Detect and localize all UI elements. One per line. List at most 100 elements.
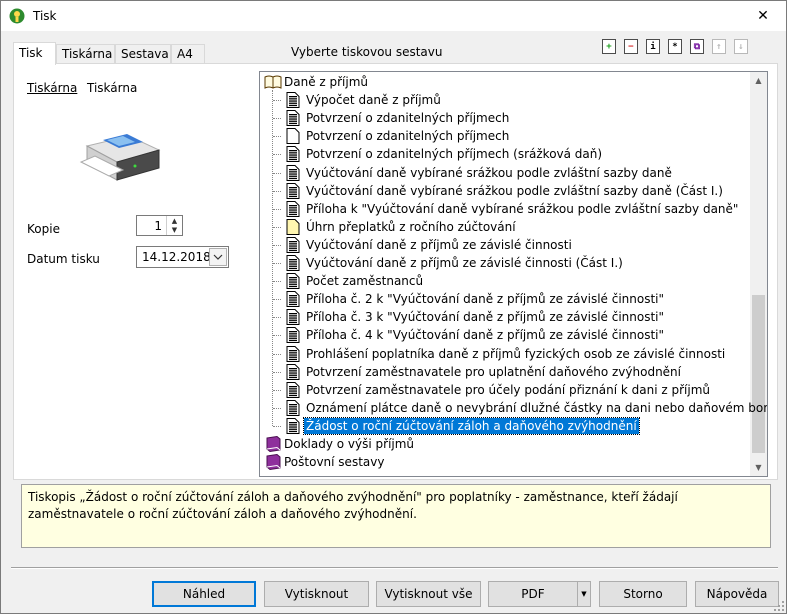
tree-item-label: Potvrzení zaměstnavatele pro účely podán…	[306, 382, 711, 397]
tree-item-label: Příloha k "Vyúčtování daně vybírané sráž…	[306, 201, 739, 216]
closed-book-icon	[264, 435, 282, 455]
tree-group-label: Poštovní sestavy	[284, 455, 385, 470]
printer-link[interactable]: Tiskárna	[27, 81, 77, 95]
document-icon	[286, 291, 300, 310]
tree-connector	[273, 299, 281, 301]
document-icon	[286, 182, 300, 202]
print-all-button-label: Vytisknout vše	[384, 587, 473, 601]
remove-icon[interactable]: −	[624, 39, 638, 54]
window-title: Tisk	[33, 9, 57, 23]
tree-item-label: Potvrzení o zdanitelných příjmech (srážk…	[306, 147, 603, 162]
app-icon	[9, 8, 25, 24]
tree-connector	[273, 335, 281, 337]
help-button[interactable]: Nápověda	[695, 581, 779, 607]
closed-book-icon	[264, 454, 282, 473]
cancel-button-label: Storno	[623, 587, 663, 601]
document-icon	[286, 110, 300, 129]
tree-connector	[272, 90, 273, 426]
move-down-icon[interactable]: ↓	[734, 39, 748, 54]
print-all-button[interactable]: Vytisknout vše	[376, 581, 481, 607]
tree-connector	[273, 425, 281, 427]
decrement-icon[interactable]: ▼	[167, 225, 182, 234]
print-button[interactable]: Vytisknout	[264, 581, 369, 607]
tree-item-label: Příloha č. 4 k "Vyúčtování daně z příjmů…	[306, 328, 665, 343]
tree-connector	[273, 208, 281, 210]
preview-button[interactable]: Náhled	[152, 581, 256, 607]
tree-item-label: Vyúčtování daně vybírané srážkou podle z…	[306, 165, 672, 180]
stepper-arrows[interactable]: ▲ ▼	[166, 216, 182, 235]
tab-printer[interactable]: Tiskárna	[56, 44, 115, 64]
tree-connector	[273, 136, 281, 138]
tree-connector	[273, 118, 281, 120]
document-icon	[286, 146, 300, 165]
printer-name: Tiskárna	[87, 81, 138, 95]
document-icon	[286, 164, 300, 184]
tree-connector	[273, 317, 281, 319]
pdf-button-label: PDF	[521, 587, 545, 601]
tab-report[interactable]: Sestava	[115, 44, 171, 64]
resize-grip-icon[interactable]	[774, 601, 784, 611]
cancel-button[interactable]: Storno	[599, 581, 687, 607]
preview-button-label: Náhled	[182, 587, 226, 601]
pdf-menu-arrow-icon[interactable]: ▼	[577, 581, 591, 607]
chevron-down-icon	[213, 254, 223, 260]
button-separator	[11, 567, 778, 569]
print-date-field[interactable]: 14.12.2018	[136, 246, 229, 268]
tree-group-label: Daně z příjmů	[284, 75, 369, 89]
document-icon	[286, 218, 300, 238]
info-icon[interactable]: i	[646, 39, 660, 54]
printer-icon	[79, 118, 161, 191]
asterisk-icon[interactable]: *	[668, 39, 682, 54]
copies-stepper[interactable]: 1 ▲ ▼	[136, 215, 183, 236]
tree-item-label: Prohlášení poplatníka daně z příjmů fyzi…	[306, 346, 726, 361]
report-tree[interactable]: ▲ ▼ Daně z příjmů Výpočet daně z příjmů Po…	[259, 71, 768, 477]
tree-connector	[273, 263, 281, 264]
document-icon	[286, 417, 300, 437]
document-icon	[286, 381, 300, 401]
tree-connector	[273, 226, 281, 228]
add-icon[interactable]: +	[602, 39, 616, 54]
tree-connector	[273, 371, 281, 373]
copies-label: Kopie	[27, 222, 60, 236]
tree-item-label: Vyúčtování daně z příjmů ze závislé činn…	[306, 237, 572, 252]
increment-icon[interactable]: ▲	[167, 216, 182, 225]
tree-scrollbar[interactable]: ▲ ▼	[750, 72, 767, 476]
document-icon	[286, 255, 300, 274]
tree-connector	[273, 281, 281, 283]
tab-print[interactable]: Tisk	[13, 42, 56, 65]
tab-a4[interactable]: A4	[171, 44, 205, 64]
close-button[interactable]: ✕	[740, 1, 786, 31]
document-icon	[286, 92, 300, 111]
report-heading: Vyberte tiskovou sestavu	[291, 45, 443, 59]
tree-connector	[273, 190, 281, 192]
document-icon	[286, 309, 300, 328]
copies-value: 1	[154, 219, 162, 233]
print-date-value: 14.12.2018	[142, 250, 211, 264]
tree-connector	[273, 244, 281, 246]
tree-connector	[273, 407, 281, 409]
tree-item-label: Výpočet daně z příjmů	[306, 93, 441, 108]
document-icon	[286, 236, 300, 256]
tree-item-label: Potvrzení o zdanitelných příjmech	[306, 111, 510, 126]
print-date-label: Datum tisku	[27, 252, 100, 266]
print-dialog: Tisk ✕ Tisk Tiskárna Sestava A4 Vyberte …	[0, 0, 787, 614]
tree-connector	[273, 389, 281, 391]
scrollbar-thumb[interactable]	[752, 295, 765, 453]
tree-group-label: Doklady o výši příjmů	[284, 437, 415, 451]
scroll-down-icon[interactable]: ▼	[750, 459, 767, 476]
tree-item-label: Žádost o roční zúčtování záloh a daňovéh…	[303, 416, 640, 435]
pdf-button[interactable]: PDF	[488, 581, 578, 607]
report-description: Tiskopis „Žádost o roční zúčtování záloh…	[21, 484, 771, 548]
document-icon	[286, 128, 300, 147]
tree-connector	[273, 353, 281, 355]
document-icon	[286, 345, 300, 365]
tree-item-label: Úhrn přeplatků z ročního zúčtování	[306, 219, 516, 234]
copy-icon[interactable]: ⧉	[690, 39, 704, 54]
document-icon	[286, 399, 300, 419]
tree-item-label: Příloha č. 2 k "Vyúčtování daně z příjmů…	[306, 292, 665, 307]
date-dropdown-button[interactable]	[209, 248, 227, 266]
title-bar: Tisk ✕	[1, 1, 786, 31]
scroll-up-icon[interactable]: ▲	[750, 72, 767, 89]
tree-item-label: Příloha č. 3 k "Vyúčtování daně z příjmů…	[306, 310, 665, 325]
move-up-icon[interactable]: ↑	[712, 39, 726, 54]
